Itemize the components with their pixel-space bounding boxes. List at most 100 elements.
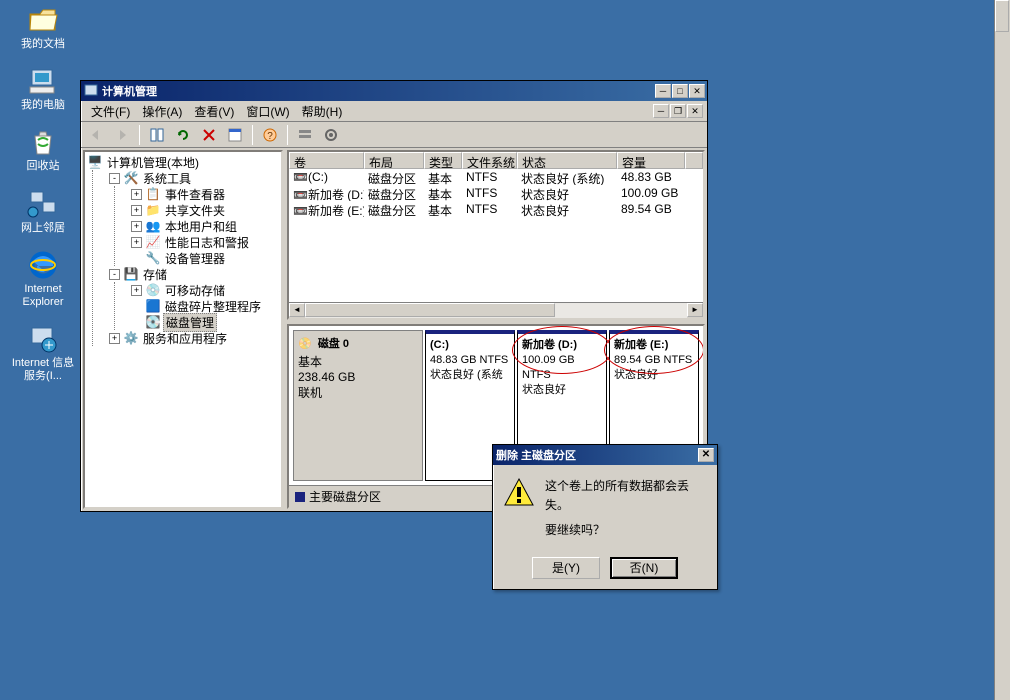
expand-icon[interactable]: + xyxy=(131,285,142,296)
col-capacity[interactable]: 容量 xyxy=(617,152,685,169)
tree-device-manager[interactable]: 🔧设备管理器 xyxy=(131,250,279,266)
col-layout[interactable]: 布局 xyxy=(364,152,424,169)
defrag-icon: 🟦 xyxy=(145,298,161,314)
collapse-icon[interactable]: - xyxy=(109,269,120,280)
volume-row[interactable]: 📼新加卷 (E:) 磁盘分区 基本 NTFS 状态良好 89.54 GB xyxy=(289,201,703,217)
storage-icon: 💾 xyxy=(123,266,139,282)
desktop-icon-label: Internet Explorer xyxy=(8,283,78,309)
mdi-minimize-button[interactable]: ─ xyxy=(653,104,669,118)
dialog-titlebar[interactable]: 删除 主磁盘分区 ✕ xyxy=(493,445,717,465)
list-header: 卷 布局 类型 文件系统 状态 容量 xyxy=(289,152,703,169)
toolbar-btn-1[interactable] xyxy=(146,124,168,146)
expand-icon[interactable]: + xyxy=(131,205,142,216)
mdi-restore-button[interactable]: ❐ xyxy=(670,104,686,118)
toolbar-btn-view[interactable] xyxy=(294,124,316,146)
col-fs[interactable]: 文件系统 xyxy=(462,152,517,169)
close-icon[interactable]: ✕ xyxy=(698,448,714,462)
tree-shared-folders[interactable]: +📁共享文件夹 xyxy=(131,202,279,218)
tree-system-tools[interactable]: -🛠️系统工具 xyxy=(109,170,279,186)
desktop-icon-label: 回收站 xyxy=(27,160,60,173)
back-button[interactable] xyxy=(85,124,107,146)
window-titlebar[interactable]: 计算机管理 ─ □ ✕ xyxy=(81,81,707,101)
app-icon xyxy=(83,83,99,99)
horizontal-scrollbar[interactable]: ◄ ► xyxy=(289,302,703,318)
maximize-button[interactable]: □ xyxy=(672,84,688,98)
drive-icon: 📼 xyxy=(293,204,308,217)
help-button[interactable]: ? xyxy=(259,124,281,146)
window-title: 计算机管理 xyxy=(102,83,655,99)
desktop-icon-mycomputer[interactable]: 我的电脑 xyxy=(8,65,78,112)
tree-event-viewer[interactable]: +📋事件查看器 xyxy=(131,186,279,202)
disk-icon: 💽 xyxy=(145,314,161,330)
tree-local-users[interactable]: +👥本地用户和组 xyxy=(131,218,279,234)
desktop-icon-network[interactable]: 网上邻居 xyxy=(8,188,78,235)
col-type[interactable]: 类型 xyxy=(424,152,462,169)
page-scrollbar[interactable] xyxy=(994,0,1010,700)
refresh-button[interactable] xyxy=(172,124,194,146)
services-icon: ⚙️ xyxy=(123,330,139,346)
no-button[interactable]: 否(N) xyxy=(610,557,678,579)
legend-swatch xyxy=(295,492,305,502)
drive-icon: 📼 xyxy=(293,188,308,201)
dialog-message: 这个卷上的所有数据都会丢失。 要继续吗？ xyxy=(545,477,707,541)
toolbar-btn-settings[interactable] xyxy=(320,124,342,146)
mdi-close-button[interactable]: ✕ xyxy=(687,104,703,118)
minimize-button[interactable]: ─ xyxy=(655,84,671,98)
share-icon: 📁 xyxy=(145,202,161,218)
yes-button[interactable]: 是(Y) xyxy=(532,557,600,579)
scrollbar-thumb[interactable] xyxy=(995,0,1009,32)
menu-operation[interactable]: 操作(A) xyxy=(136,101,188,122)
scrollbar-thumb[interactable] xyxy=(305,303,555,317)
desktop-icon-label: 我的文档 xyxy=(21,38,65,51)
recycle-icon xyxy=(27,126,59,158)
desktop-icon-iis[interactable]: Internet 信息服务(I... xyxy=(8,323,78,383)
properties-button[interactable] xyxy=(224,124,246,146)
desktop-icon-mydocs[interactable]: 我的文档 xyxy=(8,4,78,51)
tree-perf-logs[interactable]: +📈性能日志和警报 xyxy=(131,234,279,250)
collapse-icon[interactable]: - xyxy=(109,173,120,184)
tree-storage[interactable]: -💾存储 xyxy=(109,266,279,282)
desktop-icon-recyclebin[interactable]: 回收站 xyxy=(8,126,78,173)
desktop-icon-ie[interactable]: Internet Explorer xyxy=(8,249,78,309)
volume-row[interactable]: 📼新加卷 (D:) 磁盘分区 基本 NTFS 状态良好 100.09 GB xyxy=(289,185,703,201)
warning-icon xyxy=(503,477,535,509)
dialog-title: 删除 主磁盘分区 xyxy=(496,447,698,463)
delete-button[interactable] xyxy=(198,124,220,146)
tree-root[interactable]: 🖥️计算机管理(本地) xyxy=(87,154,279,170)
delete-partition-dialog: 删除 主磁盘分区 ✕ 这个卷上的所有数据都会丢失。 要继续吗？ 是(Y) 否(N… xyxy=(492,444,718,590)
volume-row[interactable]: 📼(C:) 磁盘分区 基本 NTFS 状态良好 (系统) 48.83 GB xyxy=(289,169,703,185)
expand-icon[interactable]: + xyxy=(131,189,142,200)
col-volume[interactable]: 卷 xyxy=(289,152,364,169)
desktop-icon-label: Internet 信息服务(I... xyxy=(8,357,78,383)
toolbar: ? xyxy=(81,121,707,147)
device-icon: 🔧 xyxy=(145,250,161,266)
menu-view[interactable]: 查看(V) xyxy=(188,101,240,122)
menu-file[interactable]: 文件(F) xyxy=(85,101,136,122)
tree-removable-storage[interactable]: +💿可移动存储 xyxy=(131,282,279,298)
tree-disk-management[interactable]: 💽磁盘管理 xyxy=(131,314,279,330)
ie-icon xyxy=(27,249,59,281)
desktop-icons: 我的文档 我的电脑 回收站 网上邻居 Internet Explorer Int… xyxy=(8,4,78,398)
tree-services-apps[interactable]: +⚙️服务和应用程序 xyxy=(109,330,279,346)
disk-icon: 📀 磁盘 0 xyxy=(298,335,418,351)
col-status[interactable]: 状态 xyxy=(517,152,617,169)
expand-icon[interactable]: + xyxy=(131,237,142,248)
forward-button[interactable] xyxy=(111,124,133,146)
scroll-right-button[interactable]: ► xyxy=(687,303,703,317)
scroll-left-button[interactable]: ◄ xyxy=(289,303,305,317)
network-icon xyxy=(27,188,59,220)
desktop-icon-label: 我的电脑 xyxy=(21,99,65,112)
menu-help[interactable]: 帮助(H) xyxy=(296,101,349,122)
removable-icon: 💿 xyxy=(145,282,161,298)
disk-info[interactable]: 📀 磁盘 0 基本 238.46 GB 联机 xyxy=(293,330,423,481)
iis-icon xyxy=(27,323,59,355)
expand-icon[interactable]: + xyxy=(131,221,142,232)
legend-label: 主要磁盘分区 xyxy=(309,488,381,505)
menu-window[interactable]: 窗口(W) xyxy=(240,101,295,122)
expand-icon[interactable]: + xyxy=(109,333,120,344)
tree-panel[interactable]: 🖥️计算机管理(本地) -🛠️系统工具 +📋事件查看器 +📁共享文件夹 +👥本地… xyxy=(83,150,283,509)
computer-icon: 🖥️ xyxy=(87,154,103,170)
volume-list[interactable]: 卷 布局 类型 文件系统 状态 容量 📼(C:) 磁盘分区 基本 NTFS 状态… xyxy=(287,150,705,320)
perf-icon: 📈 xyxy=(145,234,161,250)
close-button[interactable]: ✕ xyxy=(689,84,705,98)
